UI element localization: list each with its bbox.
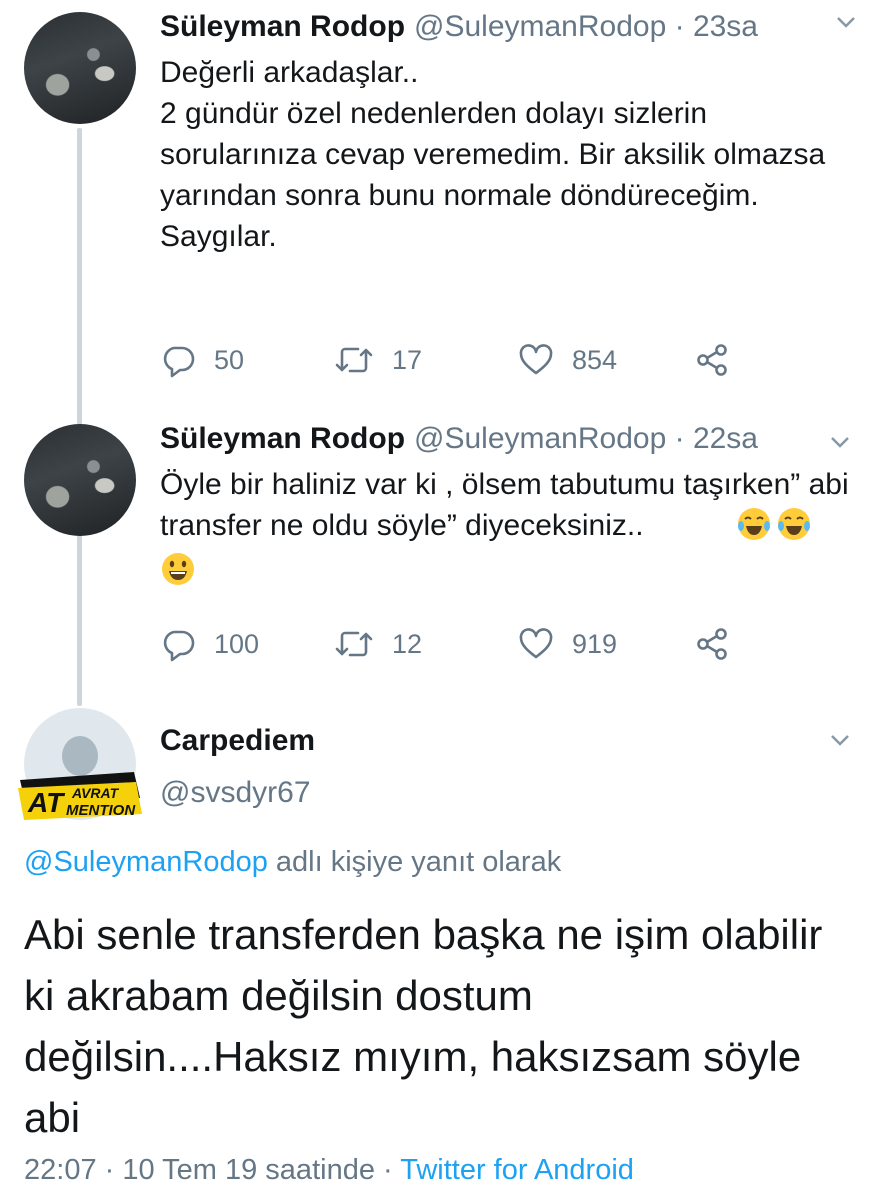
reply-count: 50 — [214, 344, 245, 375]
share-button[interactable] — [694, 340, 730, 380]
like-button[interactable]: 919 — [518, 624, 617, 664]
retweet-count: 12 — [392, 628, 423, 659]
tweet-text: Değerli arkadaşlar.. 2 gündür özel neden… — [160, 56, 826, 253]
tweet-date: 10 Tem 19 saatinde — [122, 1154, 375, 1186]
separator-dot: · — [374, 1154, 401, 1186]
avatar[interactable] — [24, 424, 136, 536]
reply-to-suffix: adlı kişiye yanıt olarak — [275, 846, 562, 878]
author-name[interactable]: Süleyman Rodop — [160, 10, 405, 44]
reply-to-handle-link[interactable]: @SuleymanRodop — [24, 846, 268, 878]
like-button[interactable]: 854 — [518, 340, 617, 380]
emoji-group — [736, 506, 812, 547]
reply-icon — [163, 630, 195, 662]
author-name[interactable]: Carpediem — [160, 724, 315, 758]
share-icon — [697, 628, 727, 660]
share-button[interactable] — [694, 624, 730, 664]
main-tweet-text: Abi senle transferden başka ne işim olab… — [24, 911, 823, 1141]
reply-icon — [163, 346, 195, 378]
share-icon — [697, 344, 727, 376]
tweet-time[interactable]: 23sa — [693, 10, 758, 43]
chevron-down-icon[interactable] — [826, 730, 854, 750]
tweet-footer-meta: 22:07 · 10 Tem 19 saatinde · Twitter for… — [24, 1154, 634, 1187]
chevron-down-icon[interactable] — [826, 432, 854, 452]
heart-icon — [519, 344, 553, 375]
avatar-badge-logo: AT AVRAT MENTION — [18, 772, 142, 820]
badge-text-mention: MENTION — [66, 802, 136, 819]
retweet-icon — [335, 631, 373, 657]
separator-dot: · — [96, 1154, 123, 1186]
avatar[interactable] — [24, 12, 136, 124]
like-count: 919 — [572, 628, 618, 659]
separator-dot: · — [666, 10, 693, 43]
retweet-button[interactable]: 17 — [334, 340, 422, 380]
face-with-tears-of-joy-emoji — [738, 508, 770, 540]
author-handle-time[interactable]: @SuleymanRodop · 23sa — [414, 10, 758, 44]
separator-dot: · — [666, 422, 693, 455]
reply-count: 100 — [214, 628, 260, 659]
chevron-down-icon[interactable] — [832, 12, 860, 32]
heart-icon — [519, 628, 553, 659]
like-count: 854 — [572, 344, 618, 375]
badge-text-avrat: AVRAT — [71, 785, 120, 801]
thread-line — [77, 128, 82, 706]
retweet-icon — [335, 347, 373, 373]
retweet-count: 17 — [392, 344, 423, 375]
reply-button[interactable]: 50 — [160, 340, 244, 380]
author-name[interactable]: Süleyman Rodop — [160, 422, 405, 456]
author-handle[interactable]: @svsdyr67 — [160, 776, 311, 810]
tweet-time: 22:07 — [24, 1154, 97, 1186]
tweet-actions: 100 12 919 — [160, 624, 760, 664]
face-with-tears-of-joy-emoji — [778, 508, 811, 540]
grinning-face-emoji — [162, 553, 194, 585]
badge-text-at: AT — [27, 787, 66, 818]
tweet-time[interactable]: 22sa — [693, 422, 758, 455]
author-handle[interactable]: @SuleymanRodop — [414, 422, 666, 455]
reply-button[interactable]: 100 — [160, 624, 259, 664]
tweet-actions: 50 17 854 — [160, 340, 760, 380]
retweet-button[interactable]: 12 — [334, 624, 422, 664]
reply-context: @SuleymanRodop adlı kişiye yanıt olarak — [24, 846, 561, 879]
tweet-source-link[interactable]: Twitter for Android — [400, 1154, 634, 1186]
author-handle-time[interactable]: @SuleymanRodop · 22sa — [414, 422, 758, 456]
author-handle[interactable]: @SuleymanRodop — [414, 10, 666, 43]
